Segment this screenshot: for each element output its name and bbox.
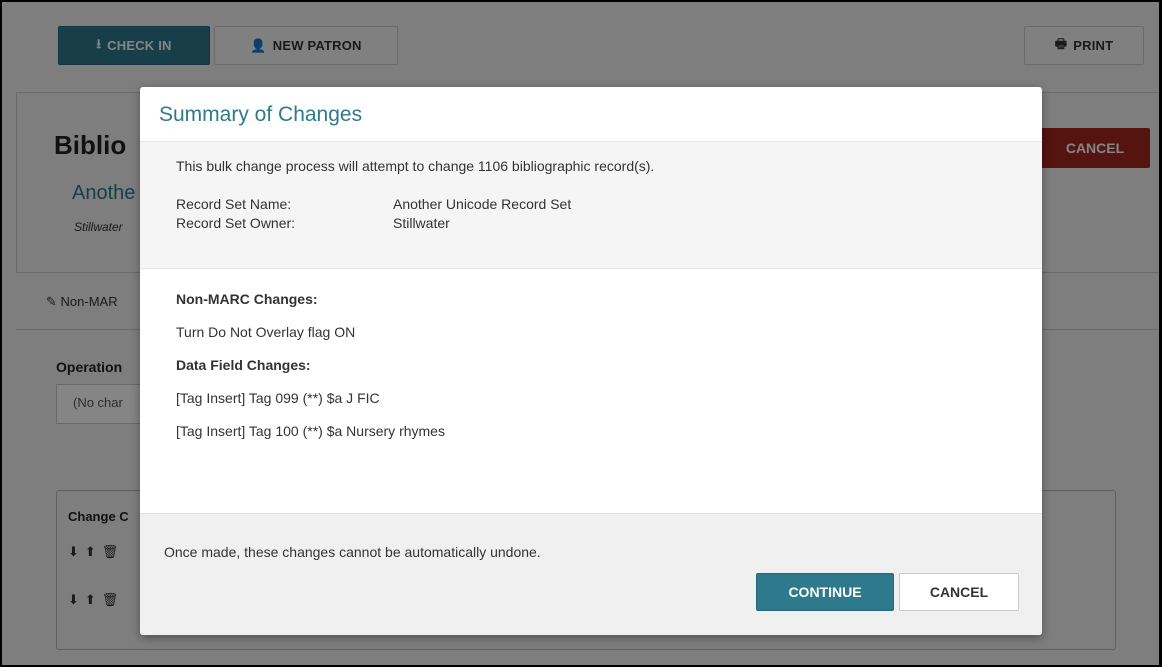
record-set-name-label: Record Set Name:: [176, 196, 292, 212]
modal-title: Summary of Changes: [159, 103, 363, 126]
data-field-change: [Tag Insert] Tag 099 (**) $a J FIC: [176, 390, 380, 406]
footer-note: Once made, these changes cannot be autom…: [164, 544, 541, 560]
summary-section: This bulk change process will attempt to…: [140, 142, 1042, 269]
summary-line: This bulk change process will attempt to…: [176, 158, 655, 174]
modal-footer: Once made, these changes cannot be autom…: [140, 513, 1042, 635]
cancel-button[interactable]: CANCEL: [899, 573, 1019, 611]
non-marc-heading: Non-MARC Changes:: [176, 291, 318, 307]
record-set-owner-label: Record Set Owner:: [176, 215, 296, 231]
non-marc-change: Turn Do Not Overlay flag ON: [176, 324, 356, 340]
record-set-name-row: Record Set Name: Another Unicode Record …: [176, 195, 1042, 214]
app-frame: ⭳ CHECK IN 👤 NEW PATRON 🖶 PRINT Biblio A…: [0, 0, 1162, 667]
modal-header: Summary of Changes: [140, 87, 1042, 142]
data-field-change: [Tag Insert] Tag 100 (**) $a Nursery rhy…: [176, 423, 445, 439]
changes-section: Non-MARC Changes: Turn Do Not Overlay fl…: [140, 269, 1042, 513]
summary-modal: Summary of Changes This bulk change proc…: [140, 87, 1042, 635]
continue-button[interactable]: CONTINUE: [756, 573, 894, 611]
data-field-heading: Data Field Changes:: [176, 357, 311, 373]
record-set-owner-value: Stillwater: [393, 215, 450, 231]
record-set-owner-row: Record Set Owner: Stillwater: [176, 214, 1042, 233]
record-set-name-value: Another Unicode Record Set: [393, 196, 572, 212]
